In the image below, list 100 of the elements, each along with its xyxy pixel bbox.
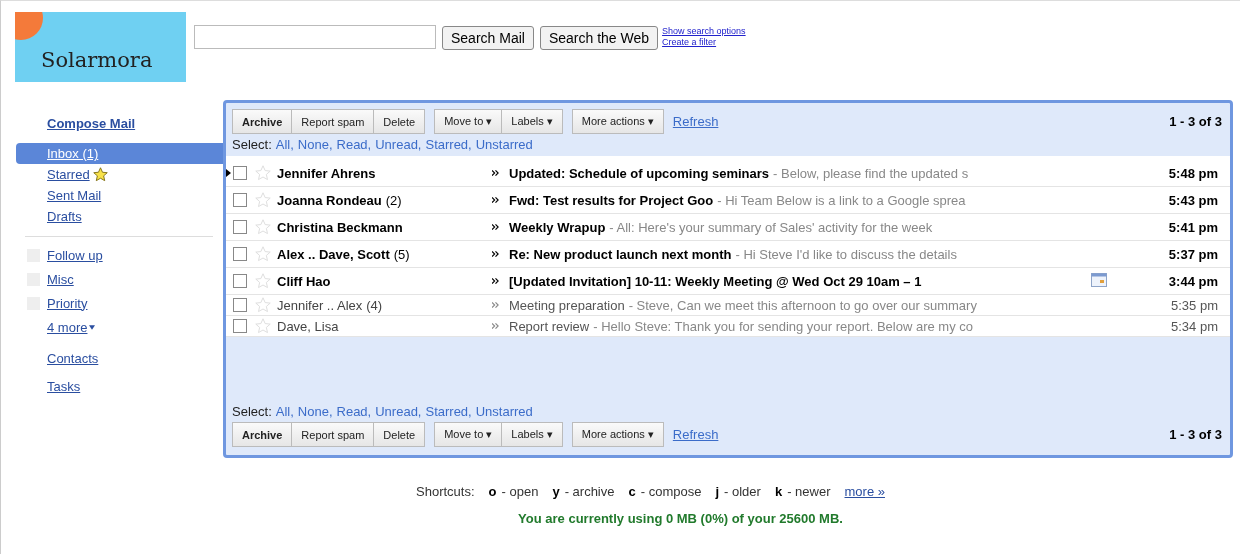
checkbox[interactable]	[233, 298, 247, 312]
message-subject: Fwd: Test results for Project Goo	[509, 192, 714, 208]
star-icon[interactable]	[255, 297, 271, 313]
toolbar-button[interactable]: Archive	[232, 422, 293, 447]
shortcut-action: - compose	[640, 484, 702, 499]
message-snippet: - All: Here's your summary of Sales' activity for the week	[609, 219, 933, 235]
checkbox[interactable]	[233, 166, 247, 180]
more-shortcuts-link[interactable]: more »	[844, 484, 885, 499]
select-link[interactable]: All,	[275, 404, 294, 419]
select-label: Select:	[232, 137, 272, 152]
chevron-icon	[492, 251, 499, 257]
select-link[interactable]: Unstarred	[475, 404, 533, 419]
star-icon[interactable]	[255, 318, 271, 334]
label-link[interactable]: Misc	[47, 271, 74, 287]
chevron-icon	[492, 197, 499, 203]
search-button[interactable]: Search the Web	[539, 26, 659, 50]
select-link[interactable]: All,	[275, 137, 294, 152]
select-link[interactable]: Starred,	[425, 404, 472, 419]
sender-name: Alex .. Dave, Scott	[277, 246, 390, 262]
thread-count: (4)	[366, 297, 383, 313]
message-snippet: - Below, please find the updated s	[773, 165, 969, 181]
checkbox[interactable]	[233, 274, 247, 288]
compose-link[interactable]: Compose Mail	[47, 116, 223, 131]
shortcut-action: - open	[501, 484, 539, 499]
sender-name: Cliff Hao	[277, 273, 331, 289]
search-button[interactable]: Search Mail	[442, 26, 534, 50]
shortcut-action: - newer	[787, 484, 831, 499]
thread-count: (2)	[385, 192, 402, 208]
star-icon[interactable]	[255, 192, 271, 208]
thread-count: (5)	[393, 246, 410, 262]
select-link[interactable]: Read,	[336, 404, 372, 419]
folder-item[interactable]: Starred	[16, 164, 223, 185]
star-icon[interactable]	[255, 246, 271, 262]
checkbox[interactable]	[233, 220, 247, 234]
sidebar-link[interactable]: Tasks	[47, 373, 81, 401]
shortcut-key: j	[715, 484, 720, 499]
folder-item[interactable]: Sent Mail	[16, 185, 223, 206]
sidebar-link[interactable]: Contacts	[47, 345, 99, 373]
toolbar-button[interactable]: More actions ▾	[571, 422, 664, 447]
toolbar-button[interactable]: Archive	[232, 109, 293, 134]
message-row[interactable]: Jennifer Ahrens Updated: Schedule of upcoming seminars - Below, please find the updated s 5:48 pm	[226, 160, 1230, 187]
refresh-link[interactable]: Refresh	[672, 114, 719, 129]
toolbar-button[interactable]: Report spam	[291, 109, 375, 134]
message-snippet: - Steve, Can we meet this afternoon to go over our summary	[628, 297, 977, 313]
label-link[interactable]: Follow up	[47, 247, 103, 263]
message-row[interactable]: Jennifer .. Alex (4) Meeting preparation - Steve, Can we meet this afternoon to go over our summary 5:35 pm	[226, 295, 1230, 316]
toolbar-button[interactable]: Report spam	[291, 422, 375, 447]
storage-usage: You are currently using 0 MB (0%) of your 25600 MB.	[517, 511, 844, 526]
message-time: 5:41 pm	[1168, 219, 1218, 235]
toolbar-button[interactable]: More actions ▾	[571, 109, 664, 134]
message-row[interactable]: Christina Beckmann Weekly Wrapup - All: Here's your summary of Sales' activity for the week 5:41 pm	[226, 214, 1230, 241]
select-link[interactable]: Read,	[336, 137, 372, 152]
sender-name: Jennifer .. Alex	[277, 297, 363, 313]
message-row[interactable]: Dave, Lisa Report review - Hello Steve: Thank you for sending your report. Below are my co 5:34 pm	[226, 316, 1230, 337]
folder-item[interactable]: Inbox (1)	[16, 143, 223, 164]
toolbar-button[interactable]: Move to ▾	[434, 422, 503, 447]
sender-name: Joanna Rondeau	[277, 192, 382, 208]
select-link[interactable]: Unread,	[375, 404, 422, 419]
message-subject: Weekly Wrapup	[509, 219, 606, 235]
toolbar-button[interactable]: Delete	[373, 422, 426, 447]
checkbox[interactable]	[233, 247, 247, 261]
message-subject: Updated: Schedule of upcoming seminars	[509, 165, 770, 181]
message-time: 3:44 pm	[1168, 273, 1218, 289]
toolbar-button[interactable]: Labels ▾	[501, 109, 563, 134]
select-link[interactable]: Unstarred	[475, 137, 533, 152]
select-link[interactable]: None,	[297, 404, 333, 419]
more-labels-link[interactable]: 4 more	[47, 319, 88, 335]
message-subject: [Updated Invitation] 10-11: Weekly Meeting @ Wed Oct 29 10am – 1	[509, 273, 922, 289]
message-subject: Re: New product launch next month	[509, 246, 732, 262]
message-row[interactable]: Alex .. Dave, Scott (5) Re: New product launch next month - Hi Steve I'd like to discuss the details 5:37 pm	[226, 241, 1230, 268]
star-icon[interactable]	[255, 273, 271, 289]
search-link[interactable]: Show search options	[662, 26, 746, 37]
select-link[interactable]: None,	[297, 137, 333, 152]
star-icon[interactable]	[255, 165, 271, 181]
caret-icon	[89, 324, 96, 330]
folder-item[interactable]: Drafts	[16, 206, 223, 227]
search-link[interactable]: Create a filter	[662, 37, 746, 48]
star-icon[interactable]	[255, 219, 271, 235]
message-snippet: - Hi Team Below is a link to a Google sprea	[717, 192, 966, 208]
checkbox[interactable]	[233, 319, 247, 333]
checkbox[interactable]	[233, 193, 247, 207]
search-field[interactable]	[194, 25, 436, 49]
shortcut-key: c	[628, 484, 636, 499]
select-link[interactable]: Unread,	[375, 137, 422, 152]
label-link[interactable]: Priority	[47, 295, 88, 311]
select-link[interactable]: Starred,	[425, 137, 472, 152]
toolbar-button[interactable]: Move to ▾	[434, 109, 503, 134]
sender-name: Christina Beckmann	[277, 219, 403, 235]
message-time: 5:37 pm	[1168, 246, 1218, 262]
shortcut-action: - older	[724, 484, 761, 499]
select-label: Select:	[232, 404, 272, 419]
refresh-link[interactable]: Refresh	[672, 427, 719, 442]
message-time: 5:34 pm	[1171, 318, 1218, 334]
message-subject: Meeting preparation	[509, 297, 625, 313]
message-count: 1 - 3 of 3	[1169, 114, 1222, 129]
message-row[interactable]: Joanna Rondeau (2) Fwd: Test results for Project Goo - Hi Team Below is a link to a Google sprea 5:43 pm	[226, 187, 1230, 214]
message-subject: Report review	[509, 318, 590, 334]
toolbar-button[interactable]: Labels ▾	[501, 422, 563, 447]
message-row[interactable]: Cliff Hao [Updated Invitation] 10-11: Weekly Meeting @ Wed Oct 29 10am – 1 3:44 pm	[226, 268, 1230, 295]
toolbar-button[interactable]: Delete	[373, 109, 426, 134]
